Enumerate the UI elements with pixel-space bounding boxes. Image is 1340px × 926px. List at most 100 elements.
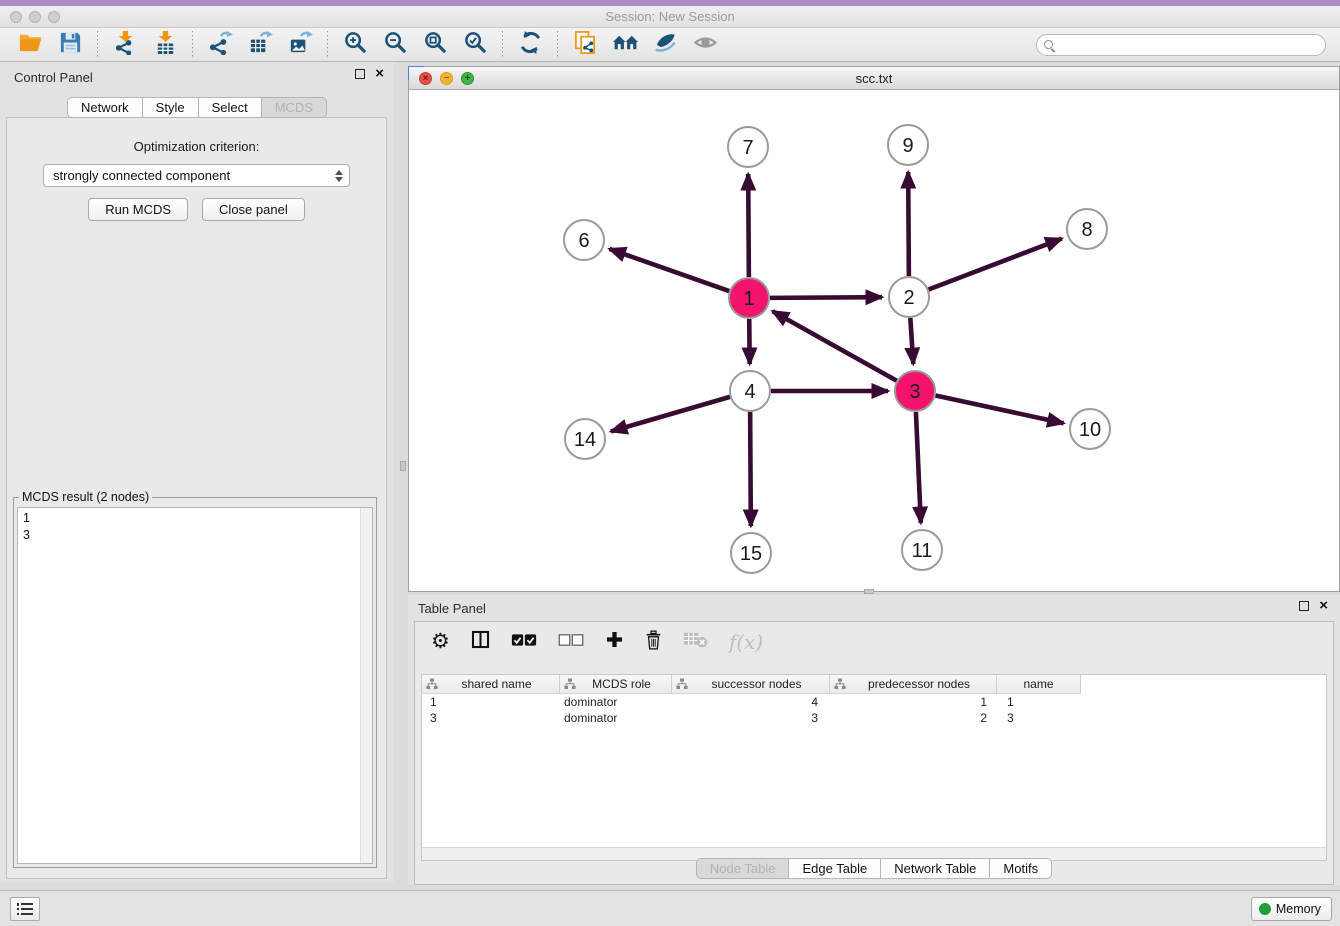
network-canvas[interactable]: 7 9 6 8 1 2 4 3 14 10 15 11 — [409, 90, 1339, 591]
graph-edge-3-11[interactable] — [916, 412, 921, 523]
graph-node-label: 9 — [902, 135, 913, 157]
table-cell[interactable]: 2 — [830, 710, 997, 726]
clone-network-button[interactable] — [565, 30, 605, 60]
graph-node-2[interactable]: 2 — [889, 277, 929, 317]
table-tab-network-table[interactable]: Network Table — [881, 858, 990, 879]
mcds-result-line: 3 — [23, 527, 367, 544]
table-cell[interactable]: dominator — [560, 710, 672, 726]
table-cell[interactable]: 3 — [422, 710, 560, 726]
criterion-select[interactable]: strongly connected component — [43, 164, 350, 187]
column-header-shared-name[interactable]: shared name — [422, 675, 560, 694]
clone-network-icon — [573, 30, 598, 60]
table-cell[interactable]: 1 — [422, 694, 560, 710]
memory-button[interactable]: Memory — [1251, 897, 1332, 921]
tab-select[interactable]: Select — [199, 97, 262, 118]
delete-table-icon — [683, 630, 708, 654]
close-panel-button[interactable]: Close panel — [202, 198, 305, 221]
tab-mcds[interactable]: MCDS — [262, 97, 327, 118]
gear-button[interactable]: ⚙ — [431, 631, 450, 653]
show-hide-eye-button[interactable] — [685, 30, 725, 60]
graph-edge-1-7[interactable] — [748, 174, 749, 277]
column-header-MCDS-role[interactable]: MCDS role — [560, 675, 672, 694]
zoom-selected-button[interactable] — [455, 30, 495, 60]
column-tree-icon — [564, 678, 576, 690]
zoom-in-icon — [343, 30, 368, 60]
graph-node-7[interactable]: 7 — [728, 127, 768, 167]
graph-edge-2-8[interactable] — [929, 239, 1062, 290]
open-folder-button[interactable] — [10, 30, 50, 60]
column-header-name[interactable]: name — [997, 675, 1081, 694]
graph-node-9[interactable]: 9 — [888, 125, 928, 165]
table-cell[interactable]: dominator — [560, 694, 672, 710]
split-view-icon — [471, 630, 490, 654]
save-button[interactable] — [50, 30, 90, 60]
graph-node-6[interactable]: 6 — [564, 220, 604, 260]
graph-node-11[interactable]: 11 — [902, 530, 942, 570]
mcds-result-text[interactable]: 13 — [17, 507, 373, 864]
deselect-all-checkboxes-button[interactable] — [558, 632, 584, 653]
graph-node-10[interactable]: 10 — [1070, 409, 1110, 449]
task-history-button[interactable] — [10, 897, 40, 921]
zoom-out-button[interactable] — [375, 30, 415, 60]
graph-node-1[interactable]: 1 — [729, 278, 769, 318]
table-row[interactable]: 1dominator411 — [422, 694, 1326, 710]
export-table-button[interactable] — [240, 30, 280, 60]
graph-edge-4-14[interactable] — [611, 397, 730, 432]
search-input[interactable] — [1053, 36, 1325, 54]
graph-node-3[interactable]: 3 — [895, 371, 935, 411]
graph-edge-2-9[interactable] — [908, 172, 909, 276]
search-box[interactable] — [1036, 34, 1326, 56]
graph-node-label: 15 — [740, 543, 762, 565]
tab-style[interactable]: Style — [143, 97, 199, 118]
graph-edge-1-2[interactable] — [770, 297, 882, 298]
export-image-button[interactable] — [280, 30, 320, 60]
column-header-predecessor-nodes[interactable]: predecessor nodes — [830, 675, 997, 694]
tab-network[interactable]: Network — [67, 97, 143, 118]
graph-edge-3-1[interactable] — [773, 311, 897, 381]
graph-node-8[interactable]: 8 — [1067, 209, 1107, 249]
table-cell[interactable]: 1 — [997, 694, 1081, 710]
table-row[interactable]: 3dominator323 — [422, 710, 1326, 726]
import-table-button[interactable] — [145, 30, 185, 60]
import-network-button[interactable] — [105, 30, 145, 60]
refresh-button[interactable] — [510, 30, 550, 60]
table-tab-node-table[interactable]: Node Table — [696, 858, 790, 879]
table-cell[interactable]: 3 — [672, 710, 830, 726]
export-network-button[interactable] — [200, 30, 240, 60]
home-button[interactable] — [605, 30, 645, 60]
graph-node-14[interactable]: 14 — [565, 419, 605, 459]
table-panel-float-icon[interactable] — [1299, 601, 1309, 611]
graph-edge-1-6[interactable] — [609, 249, 729, 291]
graph-edge-4-15[interactable] — [750, 412, 751, 526]
export-network-icon — [208, 30, 233, 60]
horizontal-splitter-handle[interactable] — [864, 589, 874, 594]
vertical-splitter-handle[interactable] — [400, 461, 406, 471]
control-panel-close-icon[interactable]: × — [375, 69, 384, 79]
zoom-fit-button[interactable] — [415, 30, 455, 60]
graph-edge-2-3[interactable] — [910, 318, 913, 364]
search-icon — [1044, 40, 1053, 49]
select-all-checkboxes-icon — [511, 632, 537, 653]
run-mcds-button[interactable]: Run MCDS — [88, 198, 188, 221]
zoom-in-button[interactable] — [335, 30, 375, 60]
table-tab-edge-table[interactable]: Edge Table — [789, 858, 881, 879]
column-header-successor-nodes[interactable]: successor nodes — [672, 675, 830, 694]
table-panel-close-icon[interactable]: × — [1319, 601, 1328, 611]
select-all-checkboxes-button[interactable] — [511, 632, 537, 653]
network-frame-title: scc.txt — [409, 71, 1339, 86]
table-tab-motifs[interactable]: Motifs — [990, 858, 1052, 879]
result-scrollbar[interactable] — [360, 508, 372, 863]
table-cell[interactable]: 4 — [672, 694, 830, 710]
node-table: shared nameMCDS rolesuccessor nodesprede… — [421, 674, 1327, 861]
control-panel-float-icon[interactable] — [355, 69, 365, 79]
table-panel: Table Panel × ⚙f(x) shared nameMCDS role… — [408, 595, 1340, 885]
add-column-button[interactable] — [605, 630, 624, 654]
table-cell[interactable]: 1 — [830, 694, 997, 710]
split-view-button[interactable] — [471, 630, 490, 654]
table-cell[interactable]: 3 — [997, 710, 1081, 726]
graph-node-4[interactable]: 4 — [730, 371, 770, 411]
toggle-graphics-details-button[interactable] — [645, 30, 685, 60]
graph-node-15[interactable]: 15 — [731, 533, 771, 573]
graph-edge-3-10[interactable] — [936, 395, 1064, 423]
delete-column-button[interactable] — [645, 630, 662, 655]
